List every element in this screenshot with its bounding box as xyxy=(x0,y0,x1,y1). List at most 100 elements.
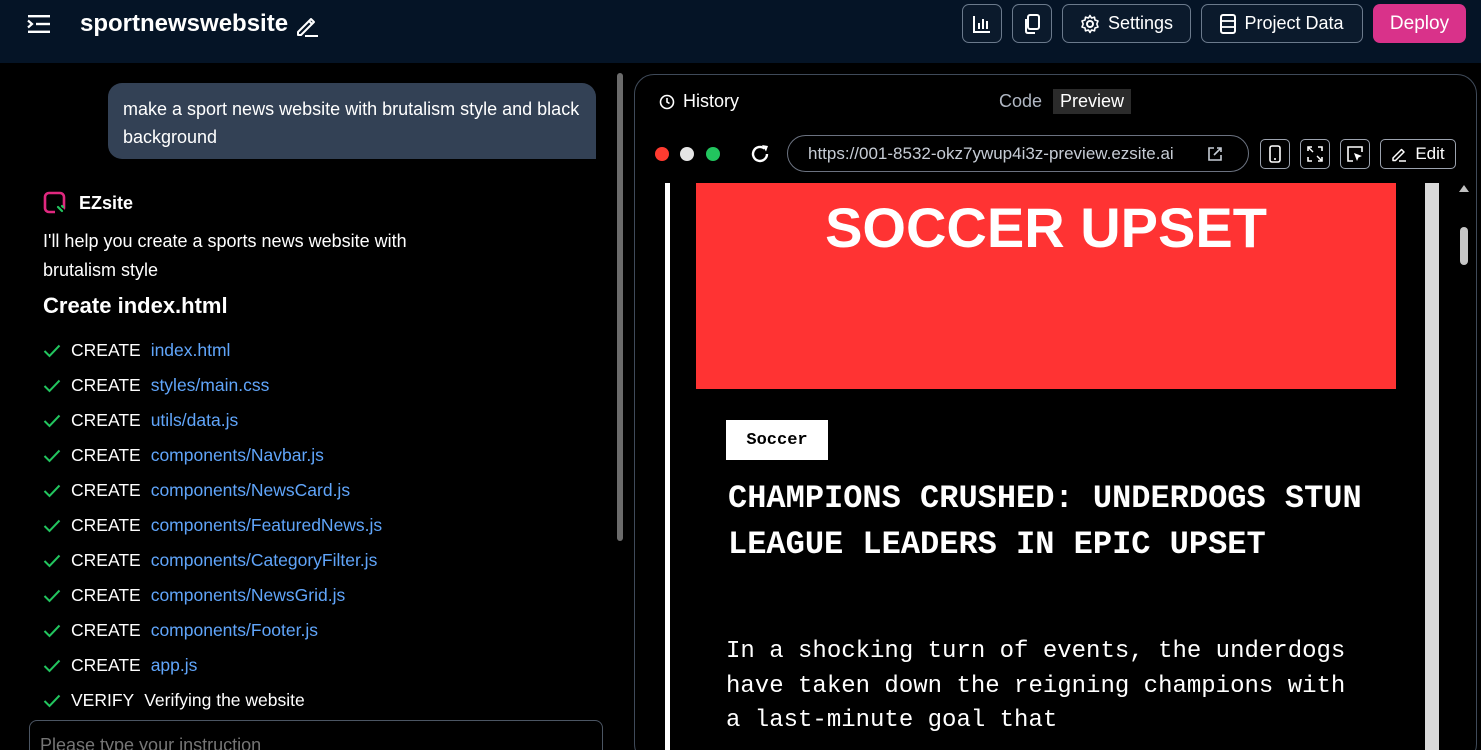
step-file-link[interactable]: components/CategoryFilter.js xyxy=(151,550,378,571)
pencil-icon[interactable] xyxy=(294,12,320,38)
preview-panel: History Code Preview https://001-8532-ok… xyxy=(634,74,1477,750)
step-action: CREATE xyxy=(71,375,141,395)
step-action: CREATE xyxy=(71,480,141,500)
check-icon xyxy=(43,624,61,637)
step-file-link[interactable]: components/FeaturedNews.js xyxy=(151,515,383,536)
step-item: CREATE utils/data.js xyxy=(43,403,382,438)
site-scroll-track xyxy=(1425,183,1439,750)
tab-preview[interactable]: Preview xyxy=(1053,89,1132,114)
step-item: CREATE index.html xyxy=(43,333,382,368)
check-icon xyxy=(43,449,61,462)
copy-icon xyxy=(1025,13,1040,34)
step-file-link[interactable]: app.js xyxy=(151,655,198,676)
history-button[interactable]: History xyxy=(659,91,739,112)
step-action: CREATE xyxy=(71,410,141,430)
step-action: CREATE xyxy=(71,515,141,535)
copy-button[interactable] xyxy=(1012,4,1052,43)
step-file-link[interactable]: components/NewsCard.js xyxy=(151,480,350,501)
step-heading: Create index.html xyxy=(43,293,228,318)
preview-scrollbar[interactable] xyxy=(1457,183,1471,750)
check-icon xyxy=(43,484,61,497)
step-item: CREATE components/FeaturedNews.js xyxy=(43,508,382,543)
step-action: CREATE xyxy=(71,550,141,570)
fullscreen-button[interactable] xyxy=(1300,139,1330,169)
analytics-button[interactable] xyxy=(962,4,1002,43)
step-action: VERIFY xyxy=(71,690,135,710)
step-item: CREATE components/NewsGrid.js xyxy=(43,578,382,613)
cursor-select-icon xyxy=(1347,146,1363,162)
check-icon xyxy=(43,344,61,357)
external-link-icon[interactable] xyxy=(1206,145,1224,163)
project-data-label: Project Data xyxy=(1244,13,1344,33)
article-excerpt: In a shocking turn of events, the underd… xyxy=(726,638,1346,734)
phone-icon xyxy=(1269,145,1281,163)
step-action: CREATE xyxy=(71,340,141,360)
check-icon xyxy=(43,379,61,392)
step-file-link[interactable]: components/Navbar.js xyxy=(151,445,324,466)
ezsite-logo-icon xyxy=(43,191,66,214)
site-preview: SOCCER UPSET Soccer CHAMPIONS CRUSHED: U… xyxy=(665,183,1440,750)
step-item: CREATE styles/main.css xyxy=(43,368,382,403)
window-dot-green xyxy=(706,147,720,161)
step-action: CREATE xyxy=(71,620,141,640)
bot-name: EZsite xyxy=(79,193,134,213)
site-left-border xyxy=(665,183,670,750)
window-dot-white xyxy=(680,147,694,161)
step-item: CREATE components/Footer.js xyxy=(43,613,382,648)
step-item: CREATE app.js xyxy=(43,648,382,683)
chat-scrollbar[interactable] xyxy=(617,73,623,541)
window-dot-red xyxy=(655,147,669,161)
check-icon xyxy=(43,519,61,532)
gear-icon xyxy=(1081,14,1099,33)
clock-icon xyxy=(659,94,675,109)
check-icon xyxy=(43,659,61,672)
edit-button[interactable]: Edit xyxy=(1380,139,1456,169)
step-file-link[interactable]: components/Footer.js xyxy=(151,620,318,641)
check-icon xyxy=(43,414,61,427)
project-title: sportnewswebsite xyxy=(80,10,289,37)
mobile-view-button[interactable] xyxy=(1260,139,1290,169)
check-icon xyxy=(43,694,61,707)
check-icon xyxy=(43,554,61,567)
bar-chart-icon xyxy=(973,15,990,33)
pencil-icon xyxy=(1392,148,1407,162)
check-icon xyxy=(43,589,61,602)
tab-code[interactable]: Code xyxy=(992,89,1049,114)
step-list: CREATE index.html CREATE styles/main.css C… xyxy=(43,333,382,718)
history-label: History xyxy=(683,91,740,111)
step-action: CREATE xyxy=(71,655,141,675)
settings-button[interactable]: Settings xyxy=(1062,4,1191,43)
bot-message: I'll help you create a sports news websi… xyxy=(43,231,407,280)
settings-label: Settings xyxy=(1107,13,1174,33)
hero-title: SOCCER UPSET xyxy=(825,196,1267,259)
reload-icon[interactable] xyxy=(749,143,771,165)
expand-icon xyxy=(1307,146,1323,162)
category-badge[interactable]: Soccer xyxy=(726,420,828,460)
top-bar: sportnewswebsite Settings Project Data D… xyxy=(0,0,1481,63)
database-icon xyxy=(1220,13,1237,34)
step-item: CREATE components/Navbar.js xyxy=(43,438,382,473)
user-message: make a sport news website with brutalism… xyxy=(108,83,596,159)
step-item: CREATE components/CategoryFilter.js xyxy=(43,543,382,578)
step-file-link[interactable]: index.html xyxy=(151,340,231,361)
step-item: VERIFY Verifying the website xyxy=(43,683,382,718)
project-data-button[interactable]: Project Data xyxy=(1201,4,1363,43)
sidebar-toggle-icon[interactable] xyxy=(26,12,54,36)
url-bar[interactable]: https://001-8532-okz7ywup4i3z-preview.ez… xyxy=(787,135,1249,172)
deploy-button[interactable]: Deploy xyxy=(1373,4,1466,43)
url-text: https://001-8532-okz7ywup4i3z-preview.ez… xyxy=(808,143,1174,163)
select-element-button[interactable] xyxy=(1340,139,1370,169)
step-item: CREATE components/NewsCard.js xyxy=(43,473,382,508)
step-file-link[interactable]: utils/data.js xyxy=(151,410,239,431)
step-file-link[interactable]: components/NewsGrid.js xyxy=(151,585,346,606)
step-action: CREATE xyxy=(71,585,141,605)
step-action: CREATE xyxy=(71,445,141,465)
instruction-input[interactable] xyxy=(29,720,603,750)
scroll-thumb[interactable] xyxy=(1460,227,1468,265)
article-headline[interactable]: CHAMPIONS CRUSHED: UNDERDOGS STUN LEAGUE… xyxy=(728,476,1368,567)
step-file-link[interactable]: styles/main.css xyxy=(151,375,270,396)
edit-label: Edit xyxy=(1415,144,1445,163)
view-tabs: Code Preview xyxy=(992,89,1132,114)
scroll-up-arrow-icon[interactable] xyxy=(1459,185,1469,192)
step-verify-text: Verifying the website xyxy=(144,690,305,710)
